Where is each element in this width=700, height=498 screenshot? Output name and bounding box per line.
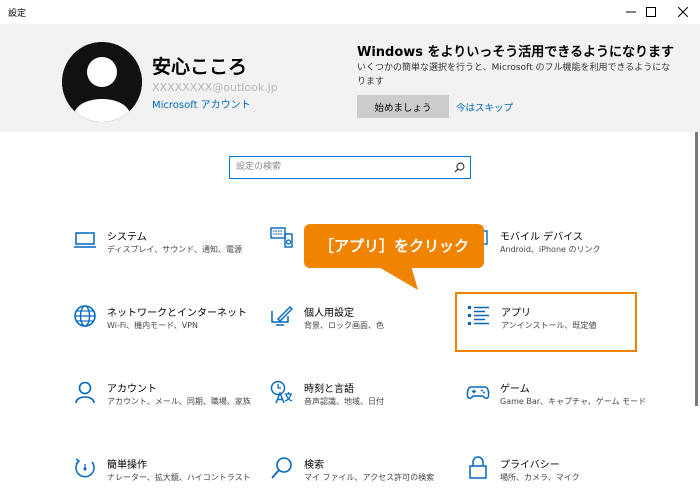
item-name: 個人用設定 xyxy=(304,308,354,319)
callout-text: ［アプリ］をクリック xyxy=(318,237,469,255)
maximize-icon xyxy=(646,7,656,17)
user-name: 安心こころ xyxy=(152,56,248,78)
instruction-callout: ［アプリ］をクリック xyxy=(304,224,484,268)
item-name: ネットワークとインターネット xyxy=(107,308,247,319)
settings-item-mobile-devices[interactable]: モバイル デバイス Android、iPhone のリンク xyxy=(466,228,644,274)
item-description: 背景、ロック画面、色 xyxy=(304,321,384,330)
item-name: モバイル デバイス xyxy=(500,232,583,243)
settings-item-gaming[interactable]: ゲーム Game Bar、キャプチャ、ゲーム モード xyxy=(466,380,646,426)
user-silhouette-icon xyxy=(62,42,142,122)
settings-item-system[interactable]: システム ディスプレイ、サウンド、通知、電源 xyxy=(73,228,251,274)
item-name: 簡単操作 xyxy=(107,460,147,471)
time-language-icon xyxy=(270,380,294,404)
avatar[interactable] xyxy=(62,42,142,122)
close-icon xyxy=(678,7,688,17)
skip-link[interactable]: 今はスキップ xyxy=(456,100,513,114)
settings-item-ease-of-access[interactable]: 簡単操作 ナレーター、拡大鏡、ハイコントラスト xyxy=(73,456,251,498)
promo-description: いくつかの簡単な選択を行うと、Microsoft のフル機能を利用できるようにな… xyxy=(357,63,671,87)
promo-title: Windows をよりいっそう活用できるようになります xyxy=(357,45,675,60)
item-description: アカウント、メール、同期、職場、家族 xyxy=(107,397,251,406)
item-name: ゲーム xyxy=(500,384,530,395)
globe-icon xyxy=(73,304,97,328)
pen-monitor-icon xyxy=(270,304,294,328)
item-description: 場所、カメラ、マイク xyxy=(500,473,580,482)
settings-item-time-language[interactable]: 時刻と言語 音声認識、地域、日付 xyxy=(270,380,448,426)
settings-item-network[interactable]: ネットワークとインターネット Wi-Fi、機内モード、VPN xyxy=(73,304,251,350)
settings-search-box[interactable] xyxy=(229,156,471,179)
maximize-button[interactable] xyxy=(634,0,668,24)
item-description: Game Bar、キャプチャ、ゲーム モード xyxy=(500,397,647,406)
ease-of-access-icon xyxy=(73,456,97,480)
item-description: ナレーター、拡大鏡、ハイコントラスト xyxy=(107,473,251,482)
item-name: 時刻と言語 xyxy=(304,384,354,395)
laptop-icon xyxy=(73,228,97,252)
scrollbar[interactable] xyxy=(695,132,698,406)
title-bar: 設定 xyxy=(0,0,700,24)
item-description: 音声認識、地域、日付 xyxy=(304,397,384,406)
keyboard-speaker-icon xyxy=(270,226,294,250)
window-title: 設定 xyxy=(8,9,27,19)
item-name: アカウント xyxy=(107,384,157,395)
search-input[interactable] xyxy=(236,160,446,174)
item-name: プライバシー xyxy=(500,460,560,471)
close-button[interactable] xyxy=(666,0,700,24)
settings-item-accounts[interactable]: アカウント アカウント、メール、同期、職場、家族 xyxy=(73,380,251,426)
lock-icon xyxy=(466,456,490,480)
account-header: 安心こころ XXXXXXXX@outlook.jp Microsoft アカウン… xyxy=(0,24,700,132)
item-description: Wi-Fi、機内モード、VPN xyxy=(107,321,199,330)
search-icon xyxy=(270,456,294,480)
apps-highlight-frame xyxy=(455,292,637,352)
gamepad-icon xyxy=(466,380,490,404)
item-description: Android、iPhone のリンク xyxy=(500,245,601,254)
start-button[interactable]: 始めましょう xyxy=(357,95,449,118)
item-description: ディスプレイ、サウンド、通知、電源 xyxy=(107,245,242,254)
settings-item-search[interactable]: 検索 マイ ファイル、アクセス許可の検索 xyxy=(270,456,448,498)
microsoft-account-link[interactable]: Microsoft アカウント xyxy=(152,96,251,111)
item-description: マイ ファイル、アクセス許可の検索 xyxy=(304,473,435,482)
search-icon[interactable] xyxy=(454,162,465,173)
user-email: XXXXXXXX@outlook.jp xyxy=(152,81,278,94)
settings-item-personalization[interactable]: 個人用設定 背景、ロック画面、色 xyxy=(270,304,448,350)
item-name: 検索 xyxy=(304,460,324,471)
settings-item-privacy[interactable]: プライバシー 場所、カメラ、マイク xyxy=(466,456,644,498)
person-icon xyxy=(73,380,97,404)
item-name: システム xyxy=(107,232,147,243)
